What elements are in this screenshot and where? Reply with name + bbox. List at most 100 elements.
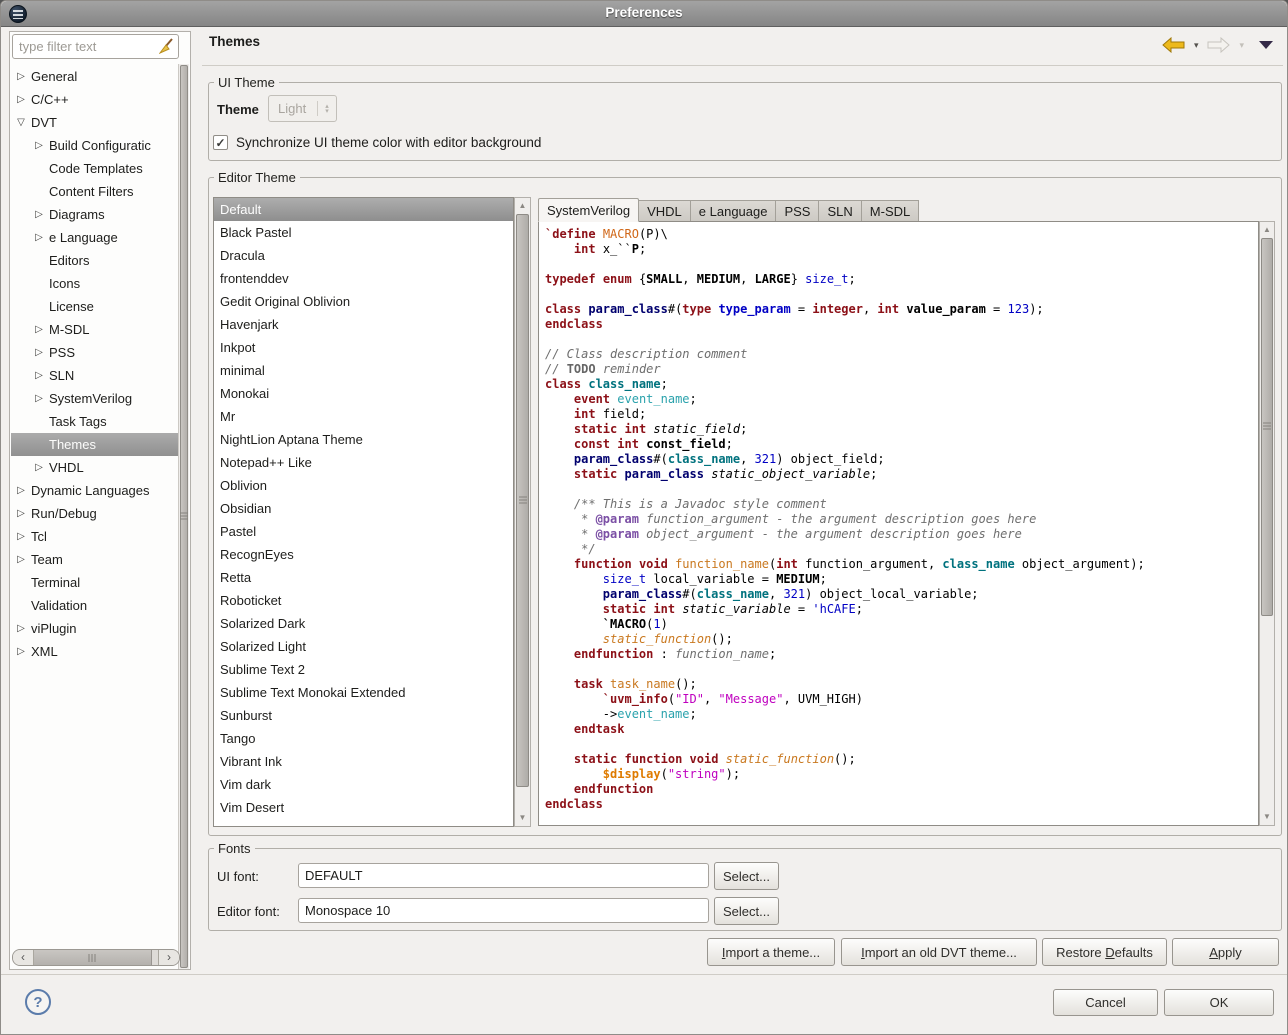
ui-font-select-button[interactable]: Select... (714, 862, 779, 890)
tree-item-dvt[interactable]: ▽DVT (11, 111, 179, 134)
theme-list-item-pastel[interactable]: Pastel (214, 520, 513, 543)
import-old-dvt-theme-button[interactable]: Import an old DVT theme... (841, 938, 1037, 966)
titlebar[interactable]: Preferences (1, 1, 1287, 27)
theme-list-item-sublime-text-2[interactable]: Sublime Text 2 (214, 658, 513, 681)
back-arrow-icon[interactable] (1162, 37, 1185, 53)
tree-item-code-templates[interactable]: Code Templates (11, 157, 179, 180)
forward-history-dropdown-icon[interactable]: ▾ (1239, 40, 1244, 51)
ui-font-field[interactable] (298, 863, 709, 888)
tree-item-content-filters[interactable]: Content Filters (11, 180, 179, 203)
tree-collapsed-arrow-icon[interactable]: ▷ (29, 318, 49, 341)
tree-collapsed-arrow-icon[interactable]: ▷ (11, 479, 31, 502)
theme-list-item-solarized-dark[interactable]: Solarized Dark (214, 612, 513, 635)
tree-item-m-sdl[interactable]: ▷M-SDL (11, 318, 179, 341)
theme-list-item-obsidian[interactable]: Obsidian (214, 497, 513, 520)
theme-combo[interactable]: Light ▴▾ (268, 95, 337, 122)
tree-item-run-debug[interactable]: ▷Run/Debug (11, 502, 179, 525)
theme-list-item-solarized-light[interactable]: Solarized Light (214, 635, 513, 658)
tree-expanded-arrow-icon[interactable]: ▽ (11, 111, 31, 134)
back-history-dropdown-icon[interactable]: ▾ (1194, 40, 1199, 51)
tree-item-license[interactable]: License (11, 295, 179, 318)
theme-list-item-vim-dark[interactable]: Vim dark (214, 773, 513, 796)
tree-collapsed-arrow-icon[interactable]: ▷ (11, 88, 31, 111)
tree-collapsed-arrow-icon[interactable]: ▷ (29, 226, 49, 249)
tree-item-task-tags[interactable]: Task Tags (11, 410, 179, 433)
tree-collapsed-arrow-icon[interactable]: ▷ (11, 640, 31, 663)
theme-list-item-default[interactable]: Default (214, 198, 513, 221)
tree-item-sln[interactable]: ▷SLN (11, 364, 179, 387)
editor-font-field[interactable] (298, 898, 709, 923)
theme-list-item-vim-desert[interactable]: Vim Desert (214, 796, 513, 819)
theme-list-item-sublime-text-monokai-extended[interactable]: Sublime Text Monokai Extended (214, 681, 513, 704)
tab-systemverilog[interactable]: SystemVerilog (538, 198, 639, 222)
theme-list-item-gedit-original-oblivion[interactable]: Gedit Original Oblivion (214, 290, 513, 313)
tab-m-sdl[interactable]: M-SDL (862, 200, 919, 222)
tree-item-pss[interactable]: ▷PSS (11, 341, 179, 364)
tree-collapsed-arrow-icon[interactable]: ▷ (29, 341, 49, 364)
theme-list-item-minimal[interactable]: minimal (214, 359, 513, 382)
tree-item-terminal[interactable]: Terminal (11, 571, 179, 594)
theme-list-scroll-thumb[interactable] (516, 214, 529, 787)
tree-item-general[interactable]: ▷General (11, 65, 179, 88)
tree-item-dynamic-languages[interactable]: ▷Dynamic Languages (11, 479, 179, 502)
theme-list-item-mr[interactable]: Mr (214, 405, 513, 428)
theme-list-scrollbar[interactable]: ▲ ▼ (514, 197, 531, 827)
theme-list-item-sunburst[interactable]: Sunburst (214, 704, 513, 727)
theme-list-item-nightlion-aptana-theme[interactable]: NightLion Aptana Theme (214, 428, 513, 451)
scroll-up-icon[interactable]: ▲ (1261, 223, 1273, 237)
tree-collapsed-arrow-icon[interactable]: ▷ (11, 617, 31, 640)
view-menu-icon[interactable] (1259, 41, 1273, 49)
theme-list-item-frontenddev[interactable]: frontenddev (214, 267, 513, 290)
tree-item-themes[interactable]: Themes (11, 433, 179, 456)
ok-button[interactable]: OK (1164, 989, 1274, 1016)
theme-list-item-notepad-like[interactable]: Notepad++ Like (214, 451, 513, 474)
tree-collapsed-arrow-icon[interactable]: ▷ (29, 364, 49, 387)
tab-sln[interactable]: SLN (819, 200, 861, 222)
tree-item-diagrams[interactable]: ▷Diagrams (11, 203, 179, 226)
clear-filter-broom-icon[interactable] (159, 38, 175, 54)
code-scroll-thumb[interactable] (1261, 238, 1273, 616)
tab-e-language[interactable]: e Language (691, 200, 777, 222)
tree-item-tcl[interactable]: ▷Tcl (11, 525, 179, 548)
tree-item-validation[interactable]: Validation (11, 594, 179, 617)
code-preview-scrollbar[interactable]: ▲ ▼ (1259, 221, 1275, 826)
scroll-up-icon[interactable]: ▲ (516, 199, 529, 213)
tree-collapsed-arrow-icon[interactable]: ▷ (29, 203, 49, 226)
tree-collapsed-arrow-icon[interactable]: ▷ (29, 387, 49, 410)
editor-font-select-button[interactable]: Select... (714, 897, 779, 925)
theme-list-item-black-pastel[interactable]: Black Pastel (214, 221, 513, 244)
scroll-down-icon[interactable]: ▼ (1261, 810, 1273, 824)
theme-list-item-oblivion[interactable]: Oblivion (214, 474, 513, 497)
theme-list-item-recogneyes[interactable]: RecognEyes (214, 543, 513, 566)
tree-item-build-configuratic[interactable]: ▷Build Configuratic (11, 134, 179, 157)
tree-item-team[interactable]: ▷Team (11, 548, 179, 571)
theme-list-item-tango[interactable]: Tango (214, 727, 513, 750)
tree-vertical-scrollbar[interactable] (178, 64, 189, 969)
theme-list-item-roboticket[interactable]: Roboticket (214, 589, 513, 612)
tree-item-viplugin[interactable]: ▷viPlugin (11, 617, 179, 640)
theme-list-item-havenjark[interactable]: Havenjark (214, 313, 513, 336)
tree-item-systemverilog[interactable]: ▷SystemVerilog (11, 387, 179, 410)
tree-item-editors[interactable]: Editors (11, 249, 179, 272)
theme-list-item-dracula[interactable]: Dracula (214, 244, 513, 267)
tree-horizontal-scrollbar[interactable]: ‹ › (12, 949, 180, 966)
forward-arrow-icon[interactable] (1207, 37, 1230, 53)
cancel-button[interactable]: Cancel (1053, 989, 1158, 1016)
tree-collapsed-arrow-icon[interactable]: ▷ (11, 525, 31, 548)
tree-collapsed-arrow-icon[interactable]: ▷ (29, 134, 49, 157)
theme-list-item-inkpot[interactable]: Inkpot (214, 336, 513, 359)
tree-item-c-c[interactable]: ▷C/C++ (11, 88, 179, 111)
theme-list-item-monokai[interactable]: Monokai (214, 382, 513, 405)
tree-item-e-language[interactable]: ▷e Language (11, 226, 179, 249)
hscroll-left-arrow-icon[interactable]: ‹ (13, 950, 34, 965)
tree-collapsed-arrow-icon[interactable]: ▷ (11, 502, 31, 525)
hscroll-right-arrow-icon[interactable]: › (158, 950, 179, 965)
sync-theme-checkbox[interactable]: ✓ (213, 135, 228, 150)
tab-pss[interactable]: PSS (776, 200, 819, 222)
tree-item-vhdl[interactable]: ▷VHDL (11, 456, 179, 479)
tree-item-xml[interactable]: ▷XML (11, 640, 179, 663)
filter-input[interactable] (12, 34, 179, 59)
tree-item-icons[interactable]: Icons (11, 272, 179, 295)
hscroll-thumb[interactable] (34, 950, 152, 965)
import-theme-button[interactable]: Import a theme... (707, 938, 835, 966)
